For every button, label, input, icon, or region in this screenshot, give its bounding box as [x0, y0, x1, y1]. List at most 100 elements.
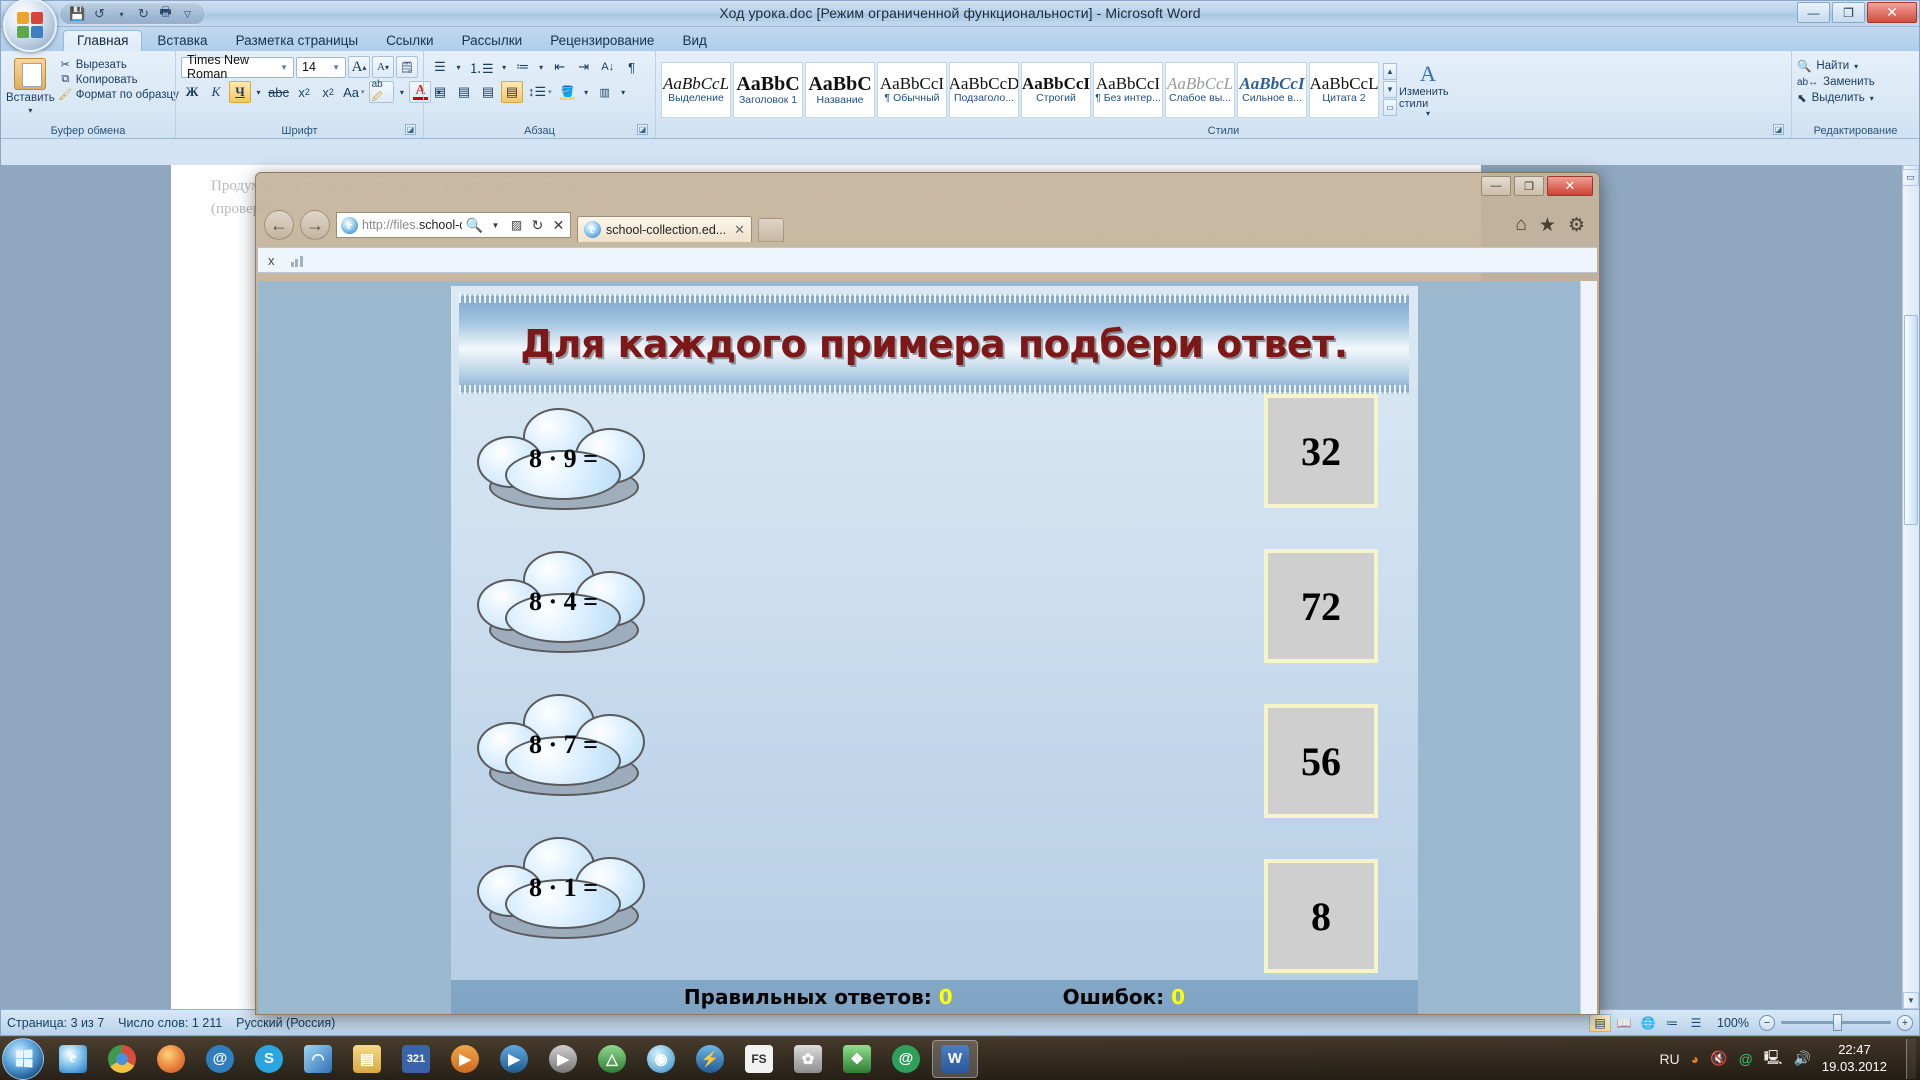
taskbar-chrome[interactable]	[99, 1040, 145, 1078]
show-formatting-marks-button[interactable]: ¶	[621, 56, 643, 78]
split-bar-icon[interactable]: ▭	[1902, 169, 1919, 186]
tab-razmetka[interactable]: Разметка страницы	[223, 31, 371, 52]
style-item[interactable]: AaBbCcI Сильное в...	[1237, 61, 1307, 118]
outline-view-icon[interactable]: ≔	[1661, 1014, 1683, 1032]
word-vertical-scrollbar[interactable]: ▲ ▼	[1902, 165, 1919, 1009]
stop-icon[interactable]: ✕	[550, 214, 567, 236]
multilevel-dropdown-icon[interactable]: ▾	[536, 56, 547, 78]
taskbar-triangle-app[interactable]: △	[589, 1040, 635, 1078]
favorites-star-icon[interactable]: ★	[1539, 214, 1556, 237]
change-case-button[interactable]: Aa ▾	[341, 81, 366, 103]
show-desktop-button[interactable]	[1906, 1038, 1916, 1079]
taskbar-paint[interactable]: ✿	[785, 1040, 831, 1078]
tab-glavnaya[interactable]: Главная	[63, 29, 143, 51]
forward-arrow-icon[interactable]: →	[300, 210, 330, 240]
zoom-level[interactable]: 100%	[1717, 1016, 1749, 1030]
style-item[interactable]: AaBbCcL Цитата 2	[1309, 61, 1379, 118]
decrease-indent-button[interactable]: ⇤	[549, 56, 571, 78]
bullets-dropdown-icon[interactable]: ▾	[453, 56, 464, 78]
style-item[interactable]: AaBbC Название	[805, 61, 875, 118]
answer-box[interactable]: 56	[1264, 704, 1378, 818]
taskbar-globe-app[interactable]: ◉	[638, 1040, 684, 1078]
language-indicator[interactable]: RU	[1659, 1051, 1679, 1067]
numbering-dropdown-icon[interactable]: ▾	[499, 56, 510, 78]
browser-tab[interactable]: e school-collection.ed... ✕	[577, 216, 752, 242]
page-indicator[interactable]: Страница: 3 из 7	[7, 1016, 104, 1030]
taskbar-folder[interactable]: ▤	[344, 1040, 390, 1078]
answer-box[interactable]: 32	[1264, 394, 1378, 508]
chevron-down-icon[interactable]: ▼	[277, 63, 291, 72]
style-item[interactable]: AaBbCcI ¶ Без интер...	[1093, 61, 1163, 118]
restore-button[interactable]: ❐	[1832, 2, 1865, 23]
green-at-icon[interactable]: @	[1739, 1051, 1753, 1067]
clock[interactable]: 22:47 19.03.2012	[1822, 1042, 1887, 1075]
grow-font-button[interactable]: A ▴	[348, 56, 370, 78]
style-item[interactable]: AaBbCcI Строгий	[1021, 61, 1091, 118]
align-center-button[interactable]: ▤	[453, 81, 475, 103]
style-item[interactable]: AaBbCcI ¶ Обычный	[877, 61, 947, 118]
tab-vstavka[interactable]: Вставка	[144, 31, 220, 52]
style-item[interactable]: AaBbCcL Слабое вы...	[1165, 61, 1235, 118]
signal-bars-icon[interactable]	[290, 254, 303, 267]
shading-dropdown-icon[interactable]: ▾	[581, 81, 592, 103]
borders-dropdown-icon[interactable]: ▾	[618, 81, 629, 103]
tab-vid[interactable]: Вид	[669, 31, 719, 52]
paragraph-dialog-launcher-icon[interactable]: ◪	[637, 124, 648, 135]
line-spacing-button[interactable]: ↕☰ ▾	[525, 81, 555, 103]
sort-button[interactable]: A↓	[597, 56, 619, 78]
copy-button[interactable]: ⧉ Копировать	[59, 73, 179, 86]
find-caret-icon[interactable]: ▾	[1854, 62, 1858, 71]
draft-view-icon[interactable]: ☰	[1685, 1014, 1707, 1032]
cloud-item[interactable]: 8 · 4 =	[471, 549, 656, 659]
zoom-thumb[interactable]	[1833, 1014, 1842, 1031]
numbering-button[interactable]: ⒈☰	[466, 56, 497, 78]
answer-box[interactable]: 8	[1264, 859, 1378, 973]
compat-view-icon[interactable]: ▨	[508, 214, 525, 236]
select-caret-icon[interactable]: ▾	[1870, 94, 1874, 103]
change-styles-button[interactable]: A Изменить стили ▾	[1399, 60, 1457, 119]
cloud-item[interactable]: 8 · 7 =	[471, 692, 656, 802]
multilevel-list-button[interactable]: ≔	[512, 56, 534, 78]
start-orb-icon[interactable]	[2, 1037, 44, 1080]
font-name-combo[interactable]: Times New Roman ▼	[181, 53, 294, 81]
taskbar-media-player[interactable]: ▶	[442, 1040, 488, 1078]
tab-rassylki[interactable]: Рассылки	[449, 31, 536, 52]
format-painter-button[interactable]: 🖌 Формат по образцу	[58, 88, 179, 102]
close-icon[interactable]: ✕	[734, 222, 745, 238]
network-icon[interactable]: 🖳	[1764, 1047, 1783, 1071]
change-styles-caret-icon[interactable]: ▾	[1426, 110, 1430, 119]
fullscreen-reading-view-icon[interactable]: 📖	[1613, 1014, 1635, 1032]
close-button[interactable]: ✕	[1867, 2, 1917, 23]
taskbar-play-grey[interactable]: ▶	[540, 1040, 586, 1078]
update-icon[interactable]: ◕	[1691, 1051, 1699, 1067]
tools-gear-icon[interactable]: ⚙	[1568, 214, 1585, 237]
align-right-button[interactable]: ▤	[477, 81, 499, 103]
home-icon[interactable]: ⌂	[1515, 214, 1526, 237]
style-item[interactable]: AaBbCcL Выделение	[661, 61, 731, 118]
minimize-button[interactable]: —	[1797, 2, 1830, 23]
font-dialog-launcher-icon[interactable]: ◪	[405, 124, 416, 135]
taskbar-321[interactable]: 321	[393, 1040, 439, 1078]
style-item[interactable]: AaBbC Заголовок 1	[733, 61, 803, 118]
italic-button[interactable]: К	[205, 81, 227, 103]
office-button[interactable]	[3, 0, 57, 52]
underline-dropdown-icon[interactable]: ▾	[253, 81, 264, 103]
ie-restore-button[interactable]: ❐	[1514, 176, 1544, 196]
answer-box[interactable]: 72	[1264, 549, 1378, 663]
cloud-item[interactable]: 8 · 1 =	[471, 835, 656, 945]
borders-button[interactable]: ▥	[594, 81, 616, 103]
underline-button[interactable]: Ч	[229, 81, 251, 103]
paste-caret-icon[interactable]: ▾	[28, 106, 32, 115]
volume-muted-icon[interactable]: 🔇	[1710, 1050, 1727, 1067]
ie-close-button[interactable]: ✕	[1547, 176, 1593, 196]
align-left-button[interactable]: ▤	[429, 81, 451, 103]
gallery-scroll-up-icon[interactable]: ▲	[1383, 63, 1397, 81]
taskbar-mail[interactable]: @	[197, 1040, 243, 1078]
language-indicator[interactable]: Русский (Россия)	[236, 1016, 335, 1030]
find-button[interactable]: 🔍 Найти ▾	[1797, 59, 1875, 73]
taskbar-skype[interactable]: S	[246, 1040, 292, 1078]
new-tab-button[interactable]	[758, 218, 784, 242]
clear-formatting-icon[interactable]: 🗒	[396, 56, 418, 78]
select-button[interactable]: ⬉ Выделить ▾	[1797, 91, 1875, 105]
taskbar-fs-app[interactable]: FS	[736, 1040, 782, 1078]
